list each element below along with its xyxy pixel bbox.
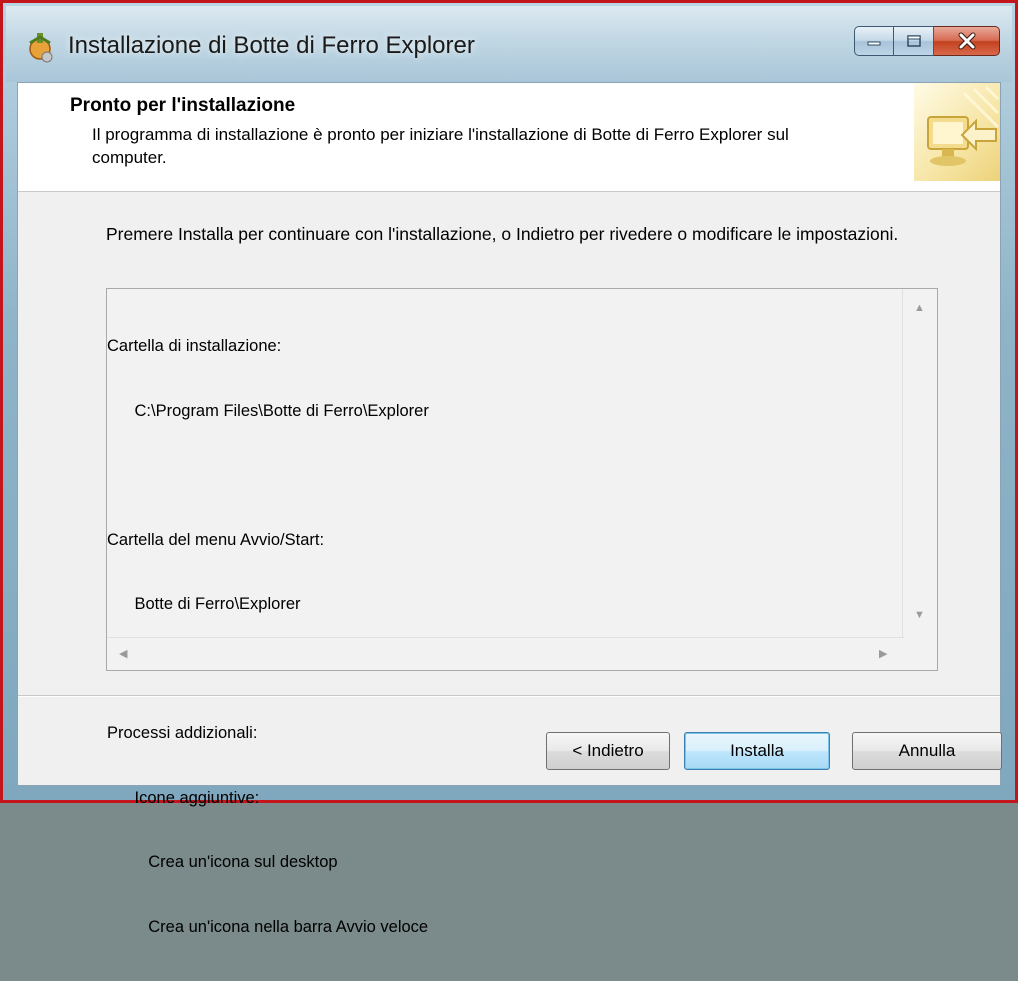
minimize-icon (867, 41, 881, 46)
vertical-scrollbar[interactable]: ▲ ▼ (902, 289, 937, 639)
installer-window: Installazione di Botte di Ferro Explorer (0, 0, 1018, 936)
summary-line: Botte di Ferro\Explorer (107, 595, 301, 613)
page-title: Pronto per l'installazione (70, 95, 296, 116)
settings-summary-memo[interactable]: Cartella di installazione: C:\Program Fi… (106, 288, 938, 936)
wizard-page: Pronto per l'installazione Il programma … (17, 82, 1002, 936)
close-button[interactable] (934, 26, 1000, 56)
summary-line: Processi addizionali: (107, 724, 258, 742)
horizontal-scrollbar[interactable]: ◀ ▶ (107, 637, 904, 670)
install-button[interactable]: Installa (684, 732, 830, 770)
maximize-icon (906, 35, 921, 47)
scroll-up-arrow-icon[interactable]: ▲ (914, 302, 925, 314)
caption-buttons (854, 26, 1000, 64)
minimize-button[interactable] (854, 26, 894, 56)
summary-line (107, 465, 429, 487)
cancel-button[interactable]: Annulla (852, 732, 1002, 770)
header-graphic (914, 83, 1000, 181)
instructions-text: Premere Installa per continuare con l'in… (106, 224, 899, 244)
close-icon (958, 32, 975, 50)
summary-line: C:\Program Files\Botte di Ferro\Explorer (107, 401, 429, 420)
installer-icon (29, 33, 53, 63)
page-subtitle: Il programma di installazione è pronto p… (92, 125, 789, 167)
wizard-header: Pronto per l'installazione Il programma … (18, 83, 1000, 192)
summary-line: Icone aggiuntive: (107, 788, 260, 807)
scroll-down-arrow-icon[interactable]: ▼ (914, 609, 925, 621)
footer-separator (18, 695, 1000, 697)
summary-line: Crea un'icona nella barra Avvio veloce (107, 917, 429, 936)
maximize-button[interactable] (894, 26, 934, 56)
scroll-left-arrow-icon[interactable]: ◀ (119, 647, 127, 660)
back-button[interactable]: < Indietro (546, 732, 670, 770)
window-title: Installazione di Botte di Ferro Explorer (68, 32, 475, 59)
computer-install-arrow-icon (927, 85, 1000, 166)
summary-line: Crea un'icona sul desktop (107, 853, 338, 871)
summary-line: Cartella di installazione: (107, 337, 282, 355)
scroll-right-arrow-icon[interactable]: ▶ (879, 647, 887, 660)
summary-line: Cartella del menu Avvio/Start: (107, 530, 325, 549)
title-bar[interactable]: Installazione di Botte di Ferro Explorer (6, 6, 1012, 82)
